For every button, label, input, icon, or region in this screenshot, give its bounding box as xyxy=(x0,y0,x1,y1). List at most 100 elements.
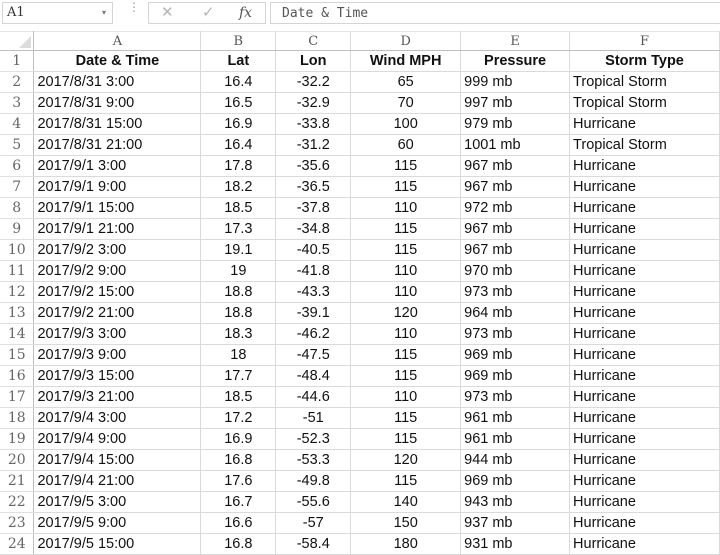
cell-date-time[interactable]: 2017/9/3 3:00 xyxy=(33,323,202,345)
cell-lat[interactable]: 18.2 xyxy=(200,176,277,198)
cell-pressure-header[interactable]: Pressure xyxy=(460,50,571,72)
cell-lat[interactable]: 17.2 xyxy=(200,407,277,429)
cell-date-time[interactable]: 2017/9/1 9:00 xyxy=(33,176,202,198)
cell-wind-mph[interactable]: 180 xyxy=(350,533,462,555)
cell-lon[interactable]: -57 xyxy=(275,512,352,534)
cell-pressure[interactable]: 931 mb xyxy=(460,533,571,555)
cell-lon[interactable]: -51 xyxy=(275,407,352,429)
cell-lon[interactable]: -48.4 xyxy=(275,365,352,387)
cell-storm-type[interactable]: Hurricane xyxy=(569,260,720,282)
cell-storm-type[interactable]: Hurricane xyxy=(569,218,720,240)
cell-storm-type[interactable]: Hurricane xyxy=(569,470,720,492)
formula-bar-value[interactable]: Date & Time xyxy=(282,6,368,21)
cell-lat[interactable]: 16.4 xyxy=(200,71,277,93)
cell-wind-mph[interactable]: 65 xyxy=(350,71,462,93)
cell-lon[interactable]: -41.8 xyxy=(275,260,352,282)
cell-lat[interactable]: 16.6 xyxy=(200,512,277,534)
cell-pressure[interactable]: 972 mb xyxy=(460,197,571,219)
cell-date-time[interactable]: 2017/9/3 9:00 xyxy=(33,344,202,366)
cell-lon[interactable]: -32.2 xyxy=(275,71,352,93)
cell-lon[interactable]: -35.6 xyxy=(275,155,352,177)
name-box-value[interactable]: A1 xyxy=(7,5,25,20)
cell-date-time[interactable]: 2017/9/3 21:00 xyxy=(33,386,202,408)
cell-lat[interactable]: 17.7 xyxy=(200,365,277,387)
cell-pressure[interactable]: 969 mb xyxy=(460,344,571,366)
formula-bar[interactable]: Date & Time xyxy=(270,2,720,24)
check-icon[interactable]: ✓ xyxy=(202,3,215,23)
cell-storm-type[interactable]: Hurricane xyxy=(569,281,720,303)
cell-storm-type[interactable]: Hurricane xyxy=(569,491,720,513)
cell-wind-mph[interactable]: 115 xyxy=(350,428,462,450)
cell-pressure[interactable]: 970 mb xyxy=(460,260,571,282)
cell-storm-type[interactable]: Tropical Storm xyxy=(569,134,720,156)
cell-wind-mph[interactable]: 115 xyxy=(350,344,462,366)
column-header-d[interactable]: D xyxy=(350,31,462,51)
cell-wind-mph[interactable]: 70 xyxy=(350,92,462,114)
cell-lat-header[interactable]: Lat xyxy=(200,50,277,72)
row-header[interactable]: 4 xyxy=(0,113,35,135)
row-header[interactable]: 15 xyxy=(0,344,35,366)
cell-date-time[interactable]: 2017/9/1 21:00 xyxy=(33,218,202,240)
cell-storm-type[interactable]: Hurricane xyxy=(569,323,720,345)
cell-storm-type[interactable]: Tropical Storm xyxy=(569,71,720,93)
row-header[interactable]: 20 xyxy=(0,449,35,471)
row-header[interactable]: 2 xyxy=(0,71,35,93)
row-header[interactable]: 1 xyxy=(0,50,35,72)
cell-date-time[interactable]: 2017/9/2 15:00 xyxy=(33,281,202,303)
cell-lon[interactable]: -40.5 xyxy=(275,239,352,261)
cell-storm-type[interactable]: Hurricane xyxy=(569,197,720,219)
cell-lat[interactable]: 19.1 xyxy=(200,239,277,261)
cell-pressure[interactable]: 1001 mb xyxy=(460,134,571,156)
cell-wind-mph[interactable]: 150 xyxy=(350,512,462,534)
cell-wind-header[interactable]: Wind MPH xyxy=(350,50,462,72)
cell-pressure[interactable]: 973 mb xyxy=(460,323,571,345)
cell-storm-type[interactable]: Hurricane xyxy=(569,428,720,450)
cell-wind-mph[interactable]: 120 xyxy=(350,302,462,324)
row-header[interactable]: 5 xyxy=(0,134,35,156)
cell-wind-mph[interactable]: 115 xyxy=(350,239,462,261)
row-header[interactable]: 21 xyxy=(0,470,35,492)
cell-lon[interactable]: -43.3 xyxy=(275,281,352,303)
cell-wind-mph[interactable]: 115 xyxy=(350,470,462,492)
cell-pressure[interactable]: 997 mb xyxy=(460,92,571,114)
cell-wind-mph[interactable]: 115 xyxy=(350,218,462,240)
cell-wind-mph[interactable]: 110 xyxy=(350,260,462,282)
cell-pressure[interactable]: 967 mb xyxy=(460,155,571,177)
row-header[interactable]: 23 xyxy=(0,512,35,534)
cell-date-time[interactable]: 2017/9/5 9:00 xyxy=(33,512,202,534)
cell-storm-type[interactable]: Hurricane xyxy=(569,407,720,429)
row-header[interactable]: 11 xyxy=(0,260,35,282)
cell-wind-mph[interactable]: 115 xyxy=(350,407,462,429)
cell-storm-type[interactable]: Hurricane xyxy=(569,302,720,324)
cell-date-time[interactable]: 2017/9/5 15:00 xyxy=(33,533,202,555)
cell-date-time[interactable]: 2017/9/1 15:00 xyxy=(33,197,202,219)
cell-wind-mph[interactable]: 115 xyxy=(350,176,462,198)
column-header-f[interactable]: F xyxy=(569,31,720,51)
cell-lon[interactable]: -44.6 xyxy=(275,386,352,408)
cell-pressure[interactable]: 999 mb xyxy=(460,71,571,93)
cell-date-time[interactable]: 2017/8/31 15:00 xyxy=(33,113,202,135)
cell-lon[interactable]: -58.4 xyxy=(275,533,352,555)
cell-wind-mph[interactable]: 110 xyxy=(350,386,462,408)
cell-date-time[interactable]: 2017/9/1 3:00 xyxy=(33,155,202,177)
cell-storm-type[interactable]: Hurricane xyxy=(569,344,720,366)
cell-lat[interactable]: 16.5 xyxy=(200,92,277,114)
cell-pressure[interactable]: 937 mb xyxy=(460,512,571,534)
cell-pressure[interactable]: 964 mb xyxy=(460,302,571,324)
row-header[interactable]: 17 xyxy=(0,386,35,408)
row-header[interactable]: 13 xyxy=(0,302,35,324)
insert-function-icon[interactable]: fx xyxy=(239,3,252,23)
column-header-e[interactable]: E xyxy=(460,31,571,51)
cell-lon[interactable]: -36.5 xyxy=(275,176,352,198)
row-header[interactable]: 19 xyxy=(0,428,35,450)
cell-pressure[interactable]: 973 mb xyxy=(460,281,571,303)
cell-lon[interactable]: -34.8 xyxy=(275,218,352,240)
cell-storm-type[interactable]: Hurricane xyxy=(569,365,720,387)
cell-lon[interactable]: -52.3 xyxy=(275,428,352,450)
cell-wind-mph[interactable]: 120 xyxy=(350,449,462,471)
row-header[interactable]: 16 xyxy=(0,365,35,387)
row-header[interactable]: 12 xyxy=(0,281,35,303)
cell-storm-type[interactable]: Hurricane xyxy=(569,449,720,471)
cell-wind-mph[interactable]: 110 xyxy=(350,323,462,345)
cell-lat[interactable]: 17.6 xyxy=(200,470,277,492)
